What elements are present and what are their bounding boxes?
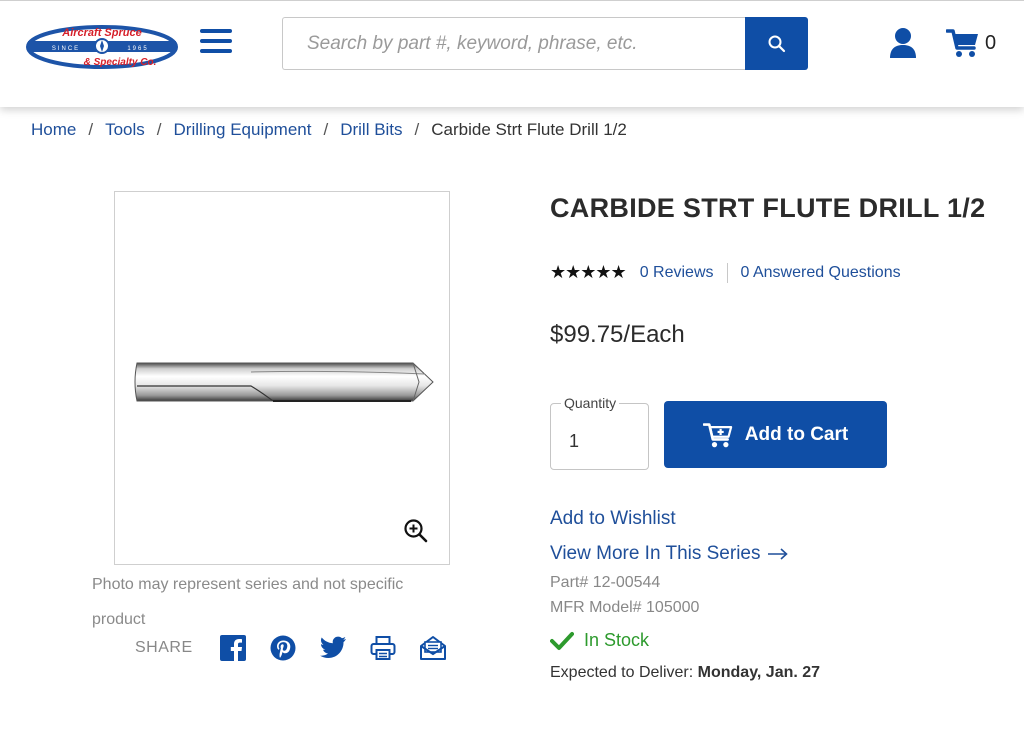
cart-icon: [702, 422, 732, 447]
quantity-field[interactable]: Quantity 1: [550, 395, 649, 470]
quantity-input[interactable]: 1: [569, 431, 579, 452]
product-image-frame[interactable]: [114, 191, 450, 565]
arrow-right-icon: [767, 548, 788, 560]
twitter-icon[interactable]: [319, 634, 347, 662]
add-to-cart-button[interactable]: Add to Cart: [664, 401, 887, 468]
breadcrumb: Home / Tools / Drilling Equipment / Dril…: [31, 120, 627, 140]
breadcrumb-separator: /: [323, 120, 329, 139]
questions-link[interactable]: 0 Answered Questions: [741, 264, 901, 282]
breadcrumb-tools[interactable]: Tools: [105, 120, 145, 140]
menu-icon[interactable]: [200, 29, 232, 59]
star-rating: ★★★★★: [550, 262, 627, 282]
logo-year: 1965: [127, 46, 148, 52]
pinterest-icon[interactable]: [269, 634, 297, 662]
add-to-cart-label: Add to Cart: [744, 423, 849, 445]
print-icon[interactable]: [369, 634, 397, 662]
part-number-label: Part#: [550, 574, 589, 591]
stock-status: In Stock: [550, 630, 649, 651]
view-series-link[interactable]: View More In This Series: [550, 543, 789, 565]
account-icon[interactable]: [888, 27, 918, 59]
search-icon: [768, 35, 785, 52]
cart-icon[interactable]: [945, 27, 980, 59]
share-label: SHARE: [135, 639, 193, 656]
logo-line1: Aircraft Spruce: [61, 27, 141, 39]
breadcrumb-separator: /: [414, 120, 420, 139]
delivery-label: Expected to Deliver:: [550, 664, 694, 681]
site-header: Aircraft Spruce SINCE 1965 & Specialty C…: [0, 0, 1024, 107]
breadcrumb-drill-bits[interactable]: Drill Bits: [340, 120, 402, 140]
product-title: CARBIDE STRT FLUTE DRILL 1/2: [550, 193, 986, 223]
product-price: $99.75/Each: [550, 321, 685, 348]
facebook-icon[interactable]: [219, 634, 247, 662]
logo-since: SINCE: [52, 46, 80, 52]
product-image: [134, 362, 434, 402]
part-number-value: 12-00544: [592, 574, 661, 591]
view-series-label: View More In This Series: [550, 543, 761, 564]
checkmark-icon: [550, 631, 574, 650]
delivery-date: Monday, Jan. 27: [697, 664, 821, 681]
breadcrumb-drilling-equipment[interactable]: Drilling Equipment: [174, 120, 312, 140]
reviews-link[interactable]: 0 Reviews: [640, 264, 714, 282]
logo-graphic: Aircraft Spruce SINCE 1965 & Specialty C…: [26, 25, 178, 69]
search-bar: [282, 17, 808, 70]
search-input[interactable]: [282, 17, 748, 70]
site-logo[interactable]: Aircraft Spruce SINCE 1965 & Specialty C…: [24, 21, 180, 73]
zoom-icon[interactable]: [403, 518, 429, 544]
breadcrumb-current: Carbide Strt Flute Drill 1/2: [431, 120, 627, 139]
breadcrumb-separator: /: [88, 120, 94, 139]
rating-divider: [726, 262, 728, 283]
logo-line2: & Specialty Co.: [84, 57, 157, 68]
part-number: Part# 12-00544: [550, 574, 660, 592]
cart-count[interactable]: 0: [985, 32, 996, 55]
mfr-model: MFR Model# 105000: [550, 599, 699, 617]
stock-label: In Stock: [584, 630, 650, 650]
rating-row: ★★★★★ 0 Reviews 0 Answered Questions: [550, 262, 901, 283]
email-icon[interactable]: [419, 634, 447, 662]
photo-disclaimer: Photo may represent series and not speci…: [92, 576, 404, 628]
quantity-label: Quantity: [561, 395, 620, 411]
search-button[interactable]: [745, 17, 808, 70]
mfr-model-value: 105000: [646, 599, 700, 616]
breadcrumb-separator: /: [156, 120, 162, 139]
delivery-estimate: Expected to Deliver: Monday, Jan. 27: [550, 664, 820, 682]
mfr-model-label: MFR Model#: [550, 599, 642, 616]
breadcrumb-home[interactable]: Home: [31, 120, 76, 140]
add-to-wishlist-link[interactable]: Add to Wishlist: [550, 508, 676, 530]
share-bar: SHARE: [135, 634, 469, 662]
